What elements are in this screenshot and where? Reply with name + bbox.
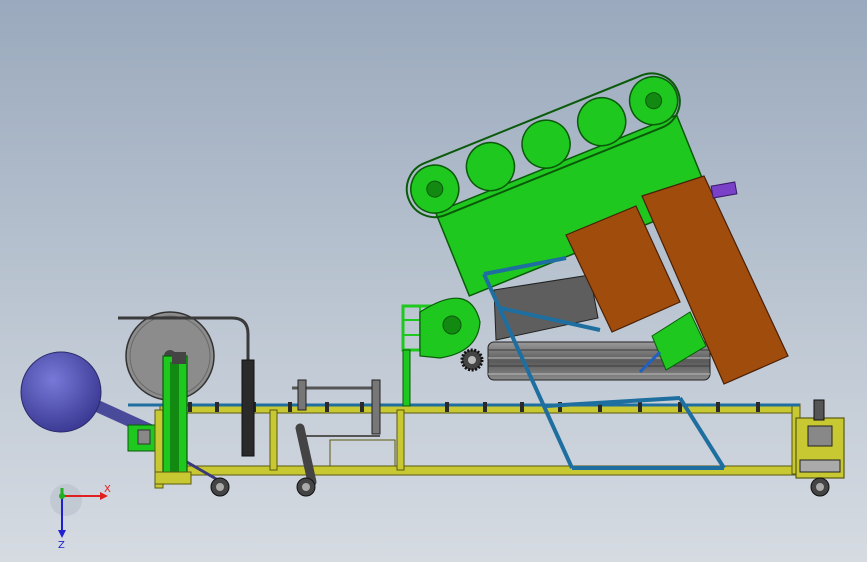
coordinate-triad-icon: X Z	[50, 484, 111, 551]
cad-viewport[interactable]: X Z	[0, 0, 867, 562]
tilt-head	[405, 72, 712, 297]
tension-arm	[292, 379, 381, 497]
motor-purple	[710, 181, 738, 199]
axis-z-label: Z	[58, 540, 65, 551]
wheel-left	[210, 477, 230, 497]
machine-drawing: X Z	[20, 72, 845, 551]
axis-x-label: X	[104, 484, 111, 495]
right-end-block	[795, 399, 845, 497]
gear-small	[460, 348, 484, 372]
base-frame	[128, 403, 801, 476]
